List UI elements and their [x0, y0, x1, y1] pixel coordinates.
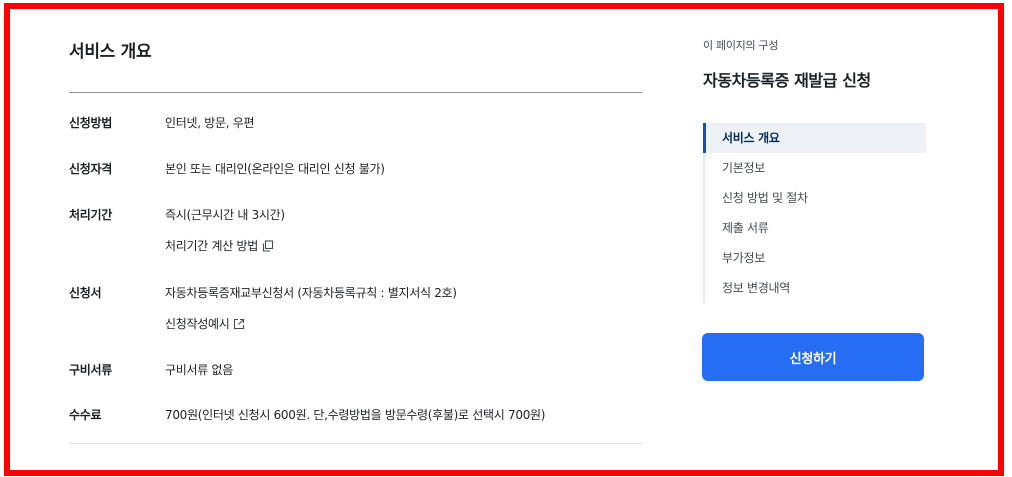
toc-nav: 서비스 개요 기본정보 신청 방법 및 절차 제출 서류 부가정보 정보 변경내…	[703, 123, 926, 303]
label-processing-period: 처리기간	[69, 208, 112, 222]
toc-caption: 이 페이지의 구성	[703, 39, 779, 52]
label-fee: 수수료	[69, 408, 102, 422]
toc-item-basic-info[interactable]: 기본정보	[705, 153, 926, 183]
section-title: 서비스 개요	[69, 42, 152, 62]
value-processing-period: 즉시(근무시간 내 3시간)	[165, 208, 285, 222]
value-application-method: 인터넷, 방문, 우편	[165, 116, 255, 130]
label-required-documents: 구비서류	[69, 363, 112, 377]
toc-item-service-overview[interactable]: 서비스 개요	[703, 123, 926, 153]
value-application-form: 자동차등록증재교부신청서 (자동차등록규칙 : 별지서식 2호)	[165, 286, 457, 300]
application-example-link[interactable]: 신청작성예시	[165, 315, 245, 332]
apply-button[interactable]: 신청하기	[702, 333, 924, 381]
title-divider	[69, 92, 642, 93]
copy-icon	[262, 239, 274, 252]
processing-period-calc-label: 처리기간 계산 방법	[165, 239, 258, 253]
toc-item-method-procedure[interactable]: 신청 방법 및 절차	[705, 183, 926, 213]
toc-item-change-history[interactable]: 정보 변경내역	[705, 273, 926, 303]
label-application-form: 신청서	[69, 286, 102, 300]
bottom-divider	[69, 443, 642, 444]
label-application-method: 신청방법	[69, 116, 112, 130]
toc-item-additional-info[interactable]: 부가정보	[705, 243, 926, 273]
external-link-icon	[233, 318, 245, 330]
value-required-documents: 구비서류 없음	[165, 363, 233, 377]
value-fee: 700원(인터넷 신청시 600원. 단,수령방법을 방문수령(후불)로 선택시…	[165, 408, 546, 422]
toc-title: 자동차등록증 재발급 신청	[703, 71, 871, 90]
label-eligibility: 신청자격	[69, 162, 112, 176]
processing-period-calc-link[interactable]: 처리기간 계산 방법	[165, 237, 274, 254]
value-eligibility: 본인 또는 대리인(온라인은 대리인 신청 불가)	[165, 162, 385, 176]
toc-item-submission-documents[interactable]: 제출 서류	[705, 213, 926, 243]
application-example-label: 신청작성예시	[165, 317, 230, 331]
